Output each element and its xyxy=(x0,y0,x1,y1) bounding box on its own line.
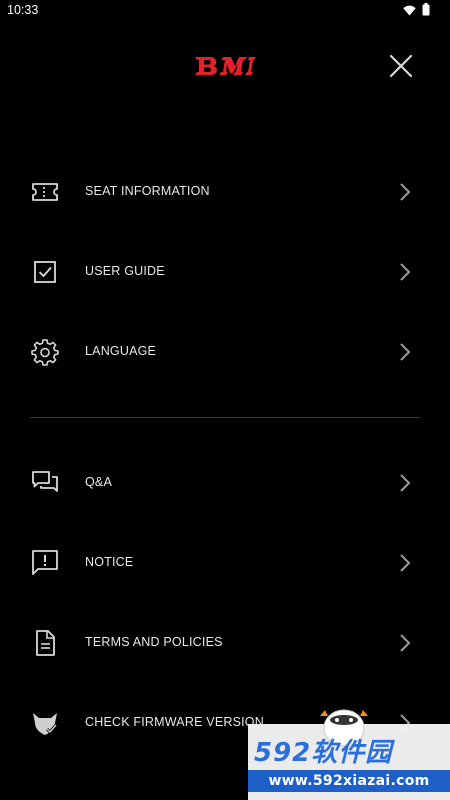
menu-item-seat-information[interactable]: SEAT INFORMATION xyxy=(0,161,450,221)
close-icon xyxy=(384,54,418,87)
menu-label: CHECK FIRMWARE VERSION xyxy=(85,715,264,729)
close-button[interactable] xyxy=(384,49,418,83)
menu-header xyxy=(0,40,450,92)
watermark-title: 592软件园 xyxy=(254,738,393,768)
firmware-check-icon xyxy=(30,708,60,738)
menu-label: SEAT INFORMATION xyxy=(85,184,210,198)
menu-item-user-guide[interactable]: USER GUIDE xyxy=(0,241,450,301)
menu-label: USER GUIDE xyxy=(85,264,165,278)
menu-label: LANGUAGE xyxy=(85,344,157,358)
chevron-right-icon xyxy=(396,551,414,575)
watermark-banner: 592软件园 www.592xiazai.com xyxy=(248,709,450,800)
chevron-right-icon xyxy=(396,180,414,204)
chevron-right-icon xyxy=(396,631,414,655)
menu-label: TERMS AND POLICIES xyxy=(85,635,223,649)
status-time: 10:33 xyxy=(7,3,39,17)
status-bar: 10:33 xyxy=(0,0,450,22)
checkbox-icon xyxy=(30,257,60,287)
watermark-url: www.592xiazai.com xyxy=(248,770,450,792)
menu-item-qa[interactable]: Q&A xyxy=(0,452,450,512)
gear-icon xyxy=(30,337,60,367)
wifi-icon xyxy=(403,3,416,21)
menu-item-notice[interactable]: NOTICE xyxy=(0,532,450,592)
status-icons xyxy=(403,3,430,21)
battery-icon xyxy=(422,3,430,21)
chat-bubbles-icon xyxy=(30,468,60,498)
chevron-right-icon xyxy=(396,340,414,364)
menu-label: Q&A xyxy=(85,475,112,489)
menu-item-language[interactable]: LANGUAGE xyxy=(0,321,450,381)
menu-divider xyxy=(30,417,420,418)
alert-message-icon xyxy=(30,548,60,578)
brand-logo xyxy=(193,55,257,77)
chevron-right-icon xyxy=(396,471,414,495)
chevron-right-icon xyxy=(396,260,414,284)
ticket-icon xyxy=(30,177,60,207)
menu-item-terms-and-policies[interactable]: TERMS AND POLICIES xyxy=(0,612,450,672)
document-icon xyxy=(30,628,60,658)
menu-label: NOTICE xyxy=(85,555,134,569)
